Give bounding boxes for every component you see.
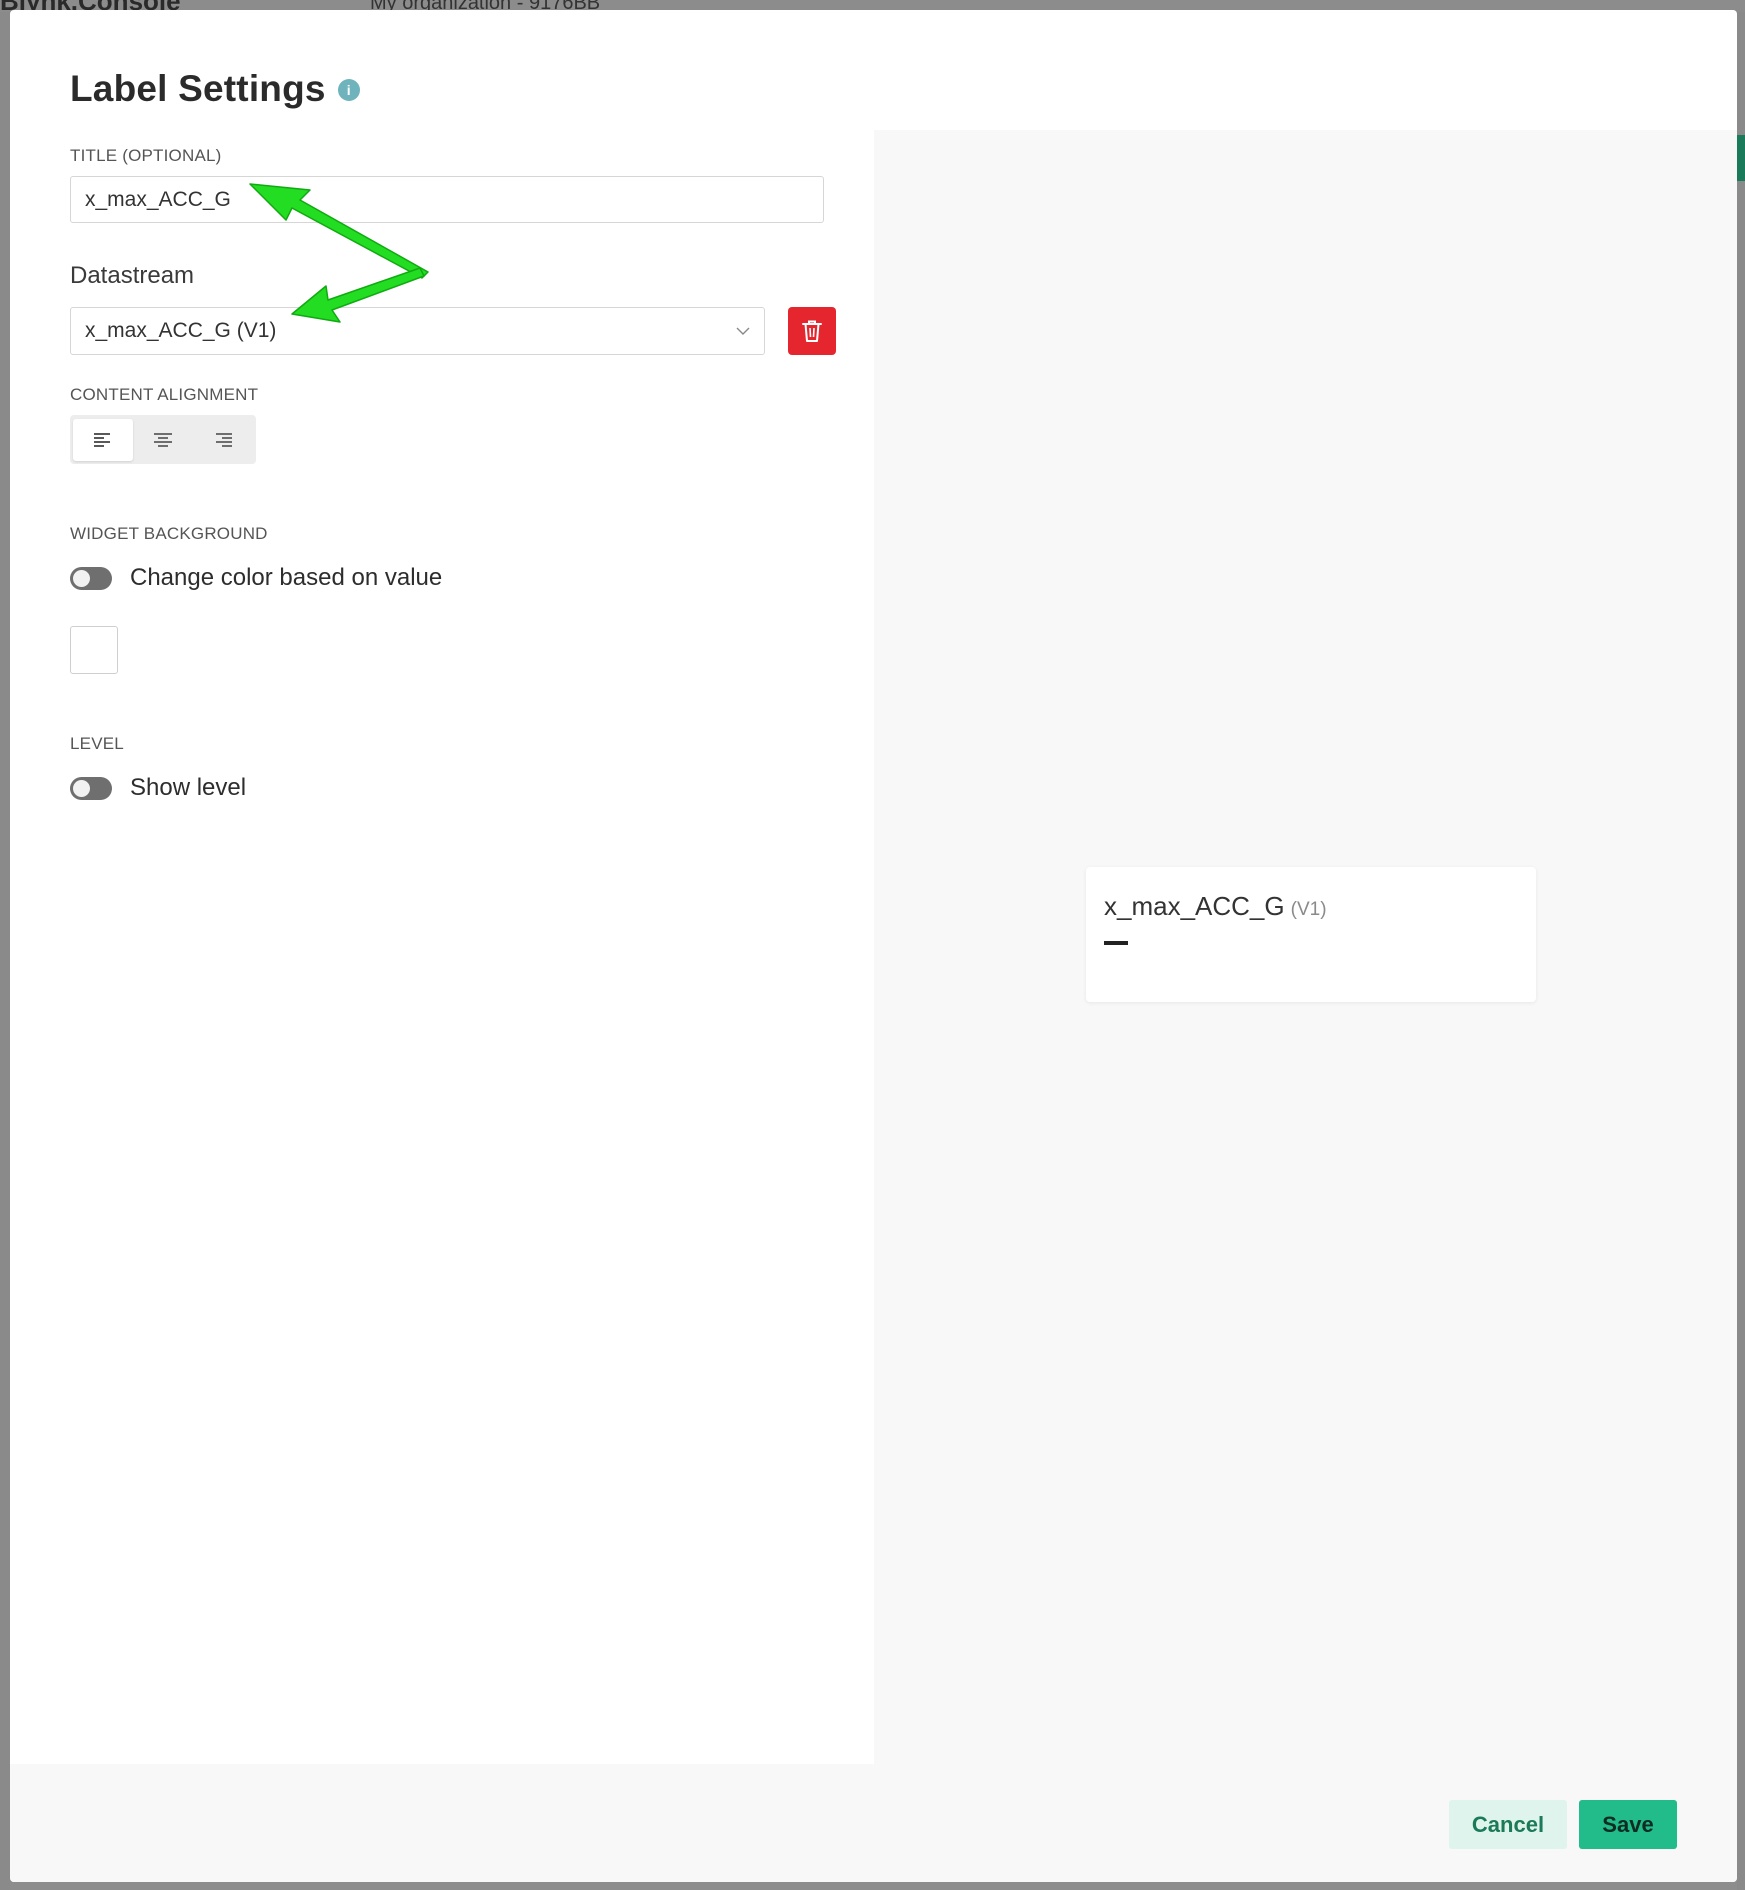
chevron-down-icon: [736, 327, 750, 335]
title-input-value: x_max_ACC_G: [85, 187, 231, 211]
align-right-button[interactable]: [193, 419, 253, 461]
widget-background-label: WIDGET BACKGROUND: [70, 524, 268, 543]
datastream-select-value: x_max_ACC_G (V1): [85, 319, 277, 342]
info-icon[interactable]: i: [337, 79, 360, 101]
label-settings-dialog: Label Settings i TITLE (OPTIONAL) x_max_…: [10, 10, 1737, 1882]
align-right-icon: [216, 432, 232, 447]
level-label: LEVEL: [70, 734, 124, 753]
color-by-value-toggle[interactable]: [70, 566, 112, 590]
delete-datastream-button[interactable]: [788, 307, 836, 355]
label-widget-preview: x_max_ACC_G (V1): [1086, 867, 1536, 1002]
color-by-value-label: Change color based on value: [130, 564, 443, 591]
background-right-edge: [1737, 12, 1745, 1890]
dialog-title: Label Settings: [70, 68, 326, 109]
save-button[interactable]: Save: [1579, 1800, 1677, 1849]
preview-title-text: x_max_ACC_G: [1104, 891, 1285, 921]
align-center-button[interactable]: [133, 419, 193, 461]
background-sidebar: [0, 12, 10, 1890]
widget-preview-pane: x_max_ACC_G (V1): [874, 130, 1737, 1764]
preview-empty-value-dash: [1104, 941, 1128, 945]
title-input[interactable]: x_max_ACC_G: [70, 176, 824, 223]
show-level-toggle-row: Show level: [70, 774, 246, 802]
content-alignment-label: CONTENT ALIGNMENT: [70, 385, 259, 404]
align-center-icon: [154, 432, 172, 447]
background-green-chip: [1737, 135, 1745, 181]
show-level-label: Show level: [130, 774, 247, 801]
show-level-toggle[interactable]: [70, 776, 112, 800]
datastream-label: Datastream: [70, 262, 195, 289]
title-field-label: TITLE (OPTIONAL): [70, 146, 222, 165]
dialog-header: Label Settings i: [70, 68, 360, 110]
cancel-button[interactable]: Cancel: [1449, 1800, 1567, 1849]
content-alignment-group: [70, 415, 256, 464]
align-left-icon: [94, 432, 110, 447]
datastream-select[interactable]: x_max_ACC_G (V1): [70, 307, 765, 355]
trash-icon: [802, 320, 822, 342]
align-left-button[interactable]: [73, 418, 133, 461]
color-by-value-toggle-row: Change color based on value: [70, 564, 442, 592]
preview-pin: (V1): [1290, 899, 1327, 920]
dialog-footer: Cancel Save: [10, 1764, 1737, 1882]
background-color-swatch[interactable]: [70, 626, 118, 674]
preview-widget-title: x_max_ACC_G (V1): [1104, 891, 1327, 922]
